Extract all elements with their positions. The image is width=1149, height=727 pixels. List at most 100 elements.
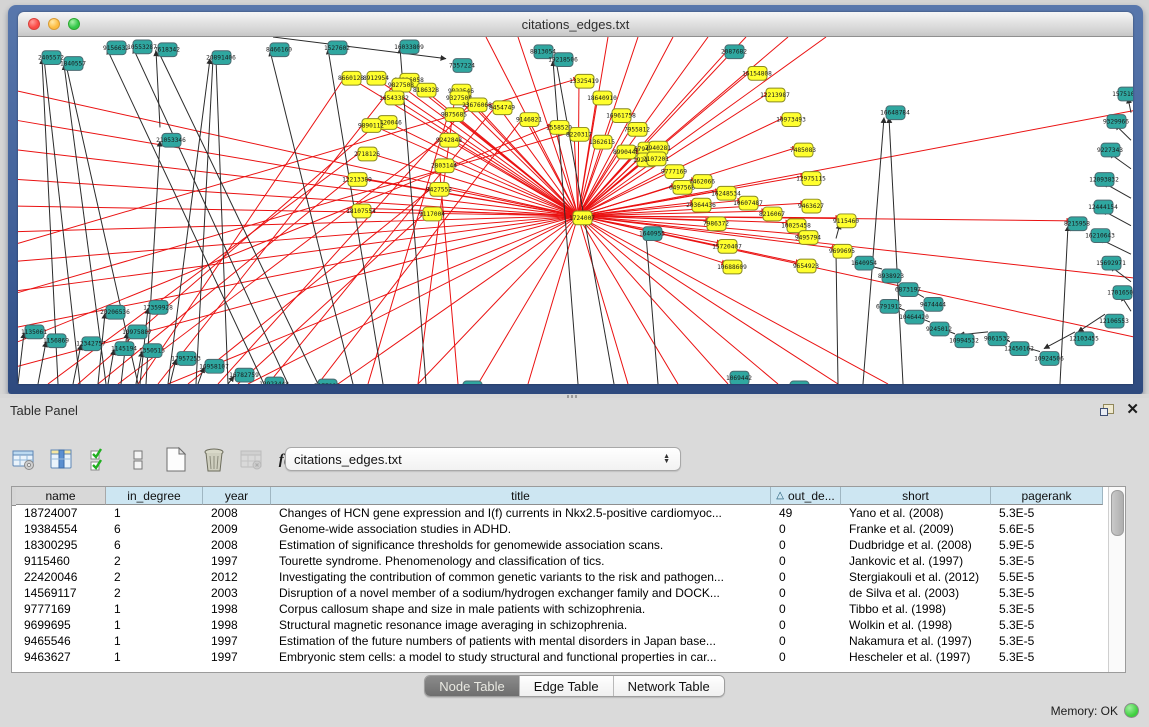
- cell-pagerank[interactable]: 5.3E-5: [991, 618, 1103, 632]
- graph-node-teal[interactable]: 9474444: [920, 297, 946, 311]
- graph-node-yellow[interactable]: 12213389: [342, 173, 372, 187]
- cell-out_de[interactable]: 0: [771, 586, 841, 600]
- tab-node-table[interactable]: Node Table: [425, 676, 520, 696]
- new-table-icon[interactable]: [162, 447, 190, 473]
- scrollbar-thumb[interactable]: [1111, 490, 1124, 536]
- graph-node-yellow[interactable]: 2803144: [431, 159, 457, 173]
- graph-node-yellow[interactable]: 8660128: [338, 71, 364, 85]
- graph-node-teal[interactable]: 6791912: [876, 299, 902, 313]
- cell-short[interactable]: de Silva et al. (2003): [841, 586, 991, 600]
- graph-node-teal[interactable]: 10553287: [127, 40, 157, 54]
- cell-short[interactable]: Hescheler et al. (1997): [841, 650, 991, 664]
- cell-pagerank[interactable]: 5.3E-5: [991, 554, 1103, 568]
- cell-title[interactable]: Changes of HCN gene expression and I(f) …: [271, 506, 771, 520]
- cell-name[interactable]: 18724007: [16, 506, 106, 520]
- graph-node-teal[interactable]: 7357224: [449, 59, 475, 73]
- graph-node-yellow[interactable]: 9777169: [661, 165, 687, 179]
- graph-node-yellow[interactable]: 9146821: [516, 113, 542, 127]
- cell-year[interactable]: 1997: [203, 554, 271, 568]
- graph-node-teal[interactable]: 12923448: [259, 377, 289, 384]
- cell-name[interactable]: 22420046: [16, 570, 106, 584]
- table-row[interactable]: 1456911722003Disruption of a novel membe…: [16, 585, 1109, 601]
- cell-in_degree[interactable]: 1: [106, 618, 203, 632]
- table-row[interactable]: 1872400712008Changes of HCN gene express…: [16, 505, 1109, 521]
- graph-node-teal[interactable]: 9061532: [984, 332, 1010, 346]
- memory-ok-indicator[interactable]: [1124, 703, 1139, 718]
- cell-year[interactable]: 2008: [203, 538, 271, 552]
- column-header-year[interactable]: year: [203, 487, 271, 505]
- graph-node-yellow[interactable]: 10607487: [733, 196, 763, 210]
- graph-node-yellow[interactable]: 9115460: [833, 214, 859, 228]
- table-row[interactable]: 2242004622012Investigating the contribut…: [16, 569, 1109, 585]
- column-header-name[interactable]: name: [16, 487, 106, 505]
- cell-name[interactable]: 18300295: [16, 538, 106, 552]
- cell-title[interactable]: Estimation of significance thresholds fo…: [271, 538, 771, 552]
- cell-name[interactable]: 19384554: [16, 522, 106, 536]
- column-header-out_de[interactable]: △out_de...: [771, 487, 841, 505]
- graph-node-yellow[interactable]: 1362615: [589, 135, 615, 149]
- table-vertical-scrollbar[interactable]: [1108, 487, 1125, 672]
- float-panel-icon[interactable]: [1100, 404, 1114, 416]
- graph-node-yellow[interactable]: 9699695: [829, 244, 855, 258]
- cell-pagerank[interactable]: 5.3E-5: [991, 506, 1103, 520]
- close-panel-icon[interactable]: ✕: [1126, 403, 1139, 417]
- graph-node-teal[interactable]: 1145194: [111, 342, 137, 356]
- cell-year[interactable]: 1998: [203, 602, 271, 616]
- cell-short[interactable]: Yano et al. (2008): [841, 506, 991, 520]
- cell-pagerank[interactable]: 5.3E-5: [991, 650, 1103, 664]
- table-row[interactable]: 1830029562008Estimation of significance …: [16, 537, 1109, 553]
- cell-pagerank[interactable]: 5.3E-5: [991, 602, 1103, 616]
- cell-in_degree[interactable]: 2: [106, 570, 203, 584]
- cell-year[interactable]: 1998: [203, 618, 271, 632]
- cell-title[interactable]: Estimation of the future numbers of pati…: [271, 634, 771, 648]
- graph-node-yellow[interactable]: 9463627: [798, 199, 824, 213]
- graph-node-yellow[interactable]: 8454749: [489, 101, 515, 115]
- graph-node-yellow[interactable]: 9242848: [436, 133, 462, 147]
- zoom-window-button[interactable]: [68, 18, 80, 30]
- minimize-window-button[interactable]: [48, 18, 60, 30]
- graph-node-teal[interactable]: 1527602: [324, 41, 350, 55]
- graph-node-teal[interactable]: 10994532: [949, 334, 979, 348]
- column-header-in_degree[interactable]: in_degree: [106, 487, 203, 505]
- graph-node-yellow[interactable]: 9495794: [795, 231, 821, 245]
- graph-node-teal[interactable]: 12450162: [1004, 342, 1034, 356]
- network-canvas[interactable]: 2405572184055791566321055328776183422089…: [18, 37, 1133, 384]
- cell-pagerank[interactable]: 5.3E-5: [991, 586, 1103, 600]
- table-row[interactable]: 969969511998Structural magnetic resonanc…: [16, 617, 1109, 633]
- cell-year[interactable]: 1997: [203, 650, 271, 664]
- cell-year[interactable]: 2003: [203, 586, 271, 600]
- graph-node-teal[interactable]: 7618342: [154, 43, 180, 57]
- show-columns-icon[interactable]: [48, 447, 76, 473]
- network-graph[interactable]: 2405572184055791566321055328776183422089…: [18, 37, 1133, 384]
- cell-in_degree[interactable]: 1: [106, 602, 203, 616]
- cell-title[interactable]: Corpus callosum shape and size in male p…: [271, 602, 771, 616]
- cell-out_de[interactable]: 0: [771, 570, 841, 584]
- graph-node-teal[interactable]: 8215958: [1064, 217, 1090, 231]
- graph-node-yellow[interactable]: 9890112: [358, 119, 384, 133]
- cell-in_degree[interactable]: 6: [106, 522, 203, 536]
- cell-out_de[interactable]: 0: [771, 538, 841, 552]
- cell-out_de[interactable]: 0: [771, 650, 841, 664]
- graph-node-teal[interactable]: 6873197: [895, 283, 921, 297]
- graph-node-yellow[interactable]: 16154808: [742, 66, 772, 80]
- cell-name[interactable]: 9465546: [16, 634, 106, 648]
- cell-in_degree[interactable]: 6: [106, 538, 203, 552]
- graph-node-teal[interactable]: 1069442: [726, 371, 752, 384]
- graph-node-teal[interactable]: 1640955: [639, 227, 665, 241]
- graph-node-yellow[interactable]: 10973493: [776, 113, 806, 127]
- cell-in_degree[interactable]: 1: [106, 650, 203, 664]
- graph-node-teal[interactable]: 12106553: [1099, 314, 1129, 328]
- delete-entries-icon[interactable]: [200, 447, 228, 473]
- cell-out_de[interactable]: 49: [771, 506, 841, 520]
- graph-node-teal[interactable]: 16097244: [457, 381, 487, 384]
- cell-short[interactable]: Jankovic et al. (1997): [841, 554, 991, 568]
- graph-node-teal[interactable]: 20891406: [206, 51, 236, 65]
- graph-node-teal[interactable]: 2087682: [721, 45, 747, 59]
- cell-short[interactable]: Dudbridge et al. (2008): [841, 538, 991, 552]
- tab-edge-table[interactable]: Edge Table: [520, 676, 614, 696]
- cell-short[interactable]: Nakamura et al. (1997): [841, 634, 991, 648]
- cell-in_degree[interactable]: 1: [106, 506, 203, 520]
- table-row[interactable]: 946554611997Estimation of the future num…: [16, 633, 1109, 649]
- graph-node-yellow[interactable]: 12213987: [760, 88, 790, 102]
- graph-node-yellow[interactable]: 7485083: [790, 143, 816, 157]
